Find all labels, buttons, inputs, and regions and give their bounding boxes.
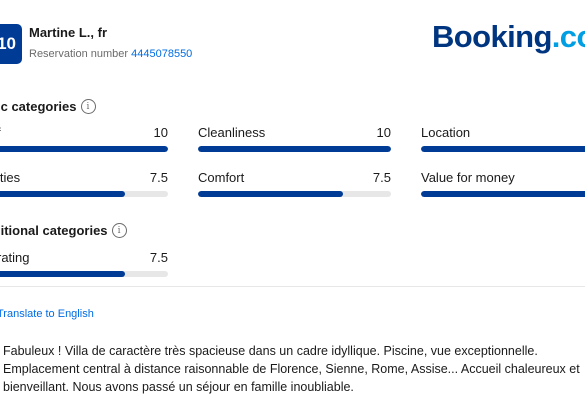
translate-link[interactable]: Translate to English [0, 308, 94, 320]
reservation-label: Reservation number [29, 48, 129, 60]
category-value-staff: 10 [153, 125, 168, 140]
category-label-facilities: ities [0, 170, 21, 185]
category-label-cleanliness: Cleanliness [198, 125, 266, 140]
basic-categories-title: ic categories i [0, 99, 96, 114]
category-bar-cleanliness [198, 146, 391, 152]
additional-categories-title: litional categories i [0, 223, 127, 238]
category-value-facilities: 7.5 [149, 170, 168, 185]
reservation-number-link[interactable]: 4445078550 [131, 48, 192, 60]
category-bar-free-wifi-rating [0, 271, 168, 277]
category-label-staff: f [0, 125, 1, 140]
category-bar-fill [0, 271, 126, 277]
reviewer-name: Martine L., fr [29, 25, 108, 40]
category-label-location: Location [421, 125, 471, 140]
category-value-free-wifi-rating: 7.5 [149, 250, 168, 265]
reservation-info: Reservation number 4445078550 [29, 48, 192, 60]
info-icon[interactable]: i [111, 223, 127, 238]
category-value-comfort: 7.5 [372, 170, 391, 185]
divider [0, 286, 585, 287]
category-bar-facilities [0, 191, 168, 197]
review-text-line: Emplacement central à distance raisonnab… [3, 362, 580, 376]
category-bar-fill [198, 191, 343, 197]
category-bar-location [421, 146, 585, 152]
category-bar-fill [198, 146, 391, 152]
review-text-line: Fabuleux ! Villa de caractère très spaci… [3, 344, 538, 358]
review-text-line: bienveillant. Nous avons passé un séjour… [3, 380, 354, 394]
category-bar-fill [0, 191, 126, 197]
category-label-free-wifi-rating: rating [0, 250, 30, 265]
category-label-comfort: Comfort [198, 170, 245, 185]
info-icon[interactable]: i [80, 99, 96, 114]
category-bar-value-for-money [421, 191, 585, 197]
booking-logo: Booking.co [432, 19, 585, 54]
category-bar-fill [421, 191, 585, 197]
review-text: Fabuleux ! Villa de caractère très spaci… [3, 342, 585, 396]
review-score-badge: 10 [0, 24, 22, 64]
category-label-value-for-money: Value for money [421, 170, 515, 185]
category-bar-fill [0, 146, 168, 152]
category-bar-staff [0, 146, 168, 152]
category-value-cleanliness: 10 [376, 125, 391, 140]
category-bar-comfort [198, 191, 391, 197]
category-bar-fill [421, 146, 585, 152]
